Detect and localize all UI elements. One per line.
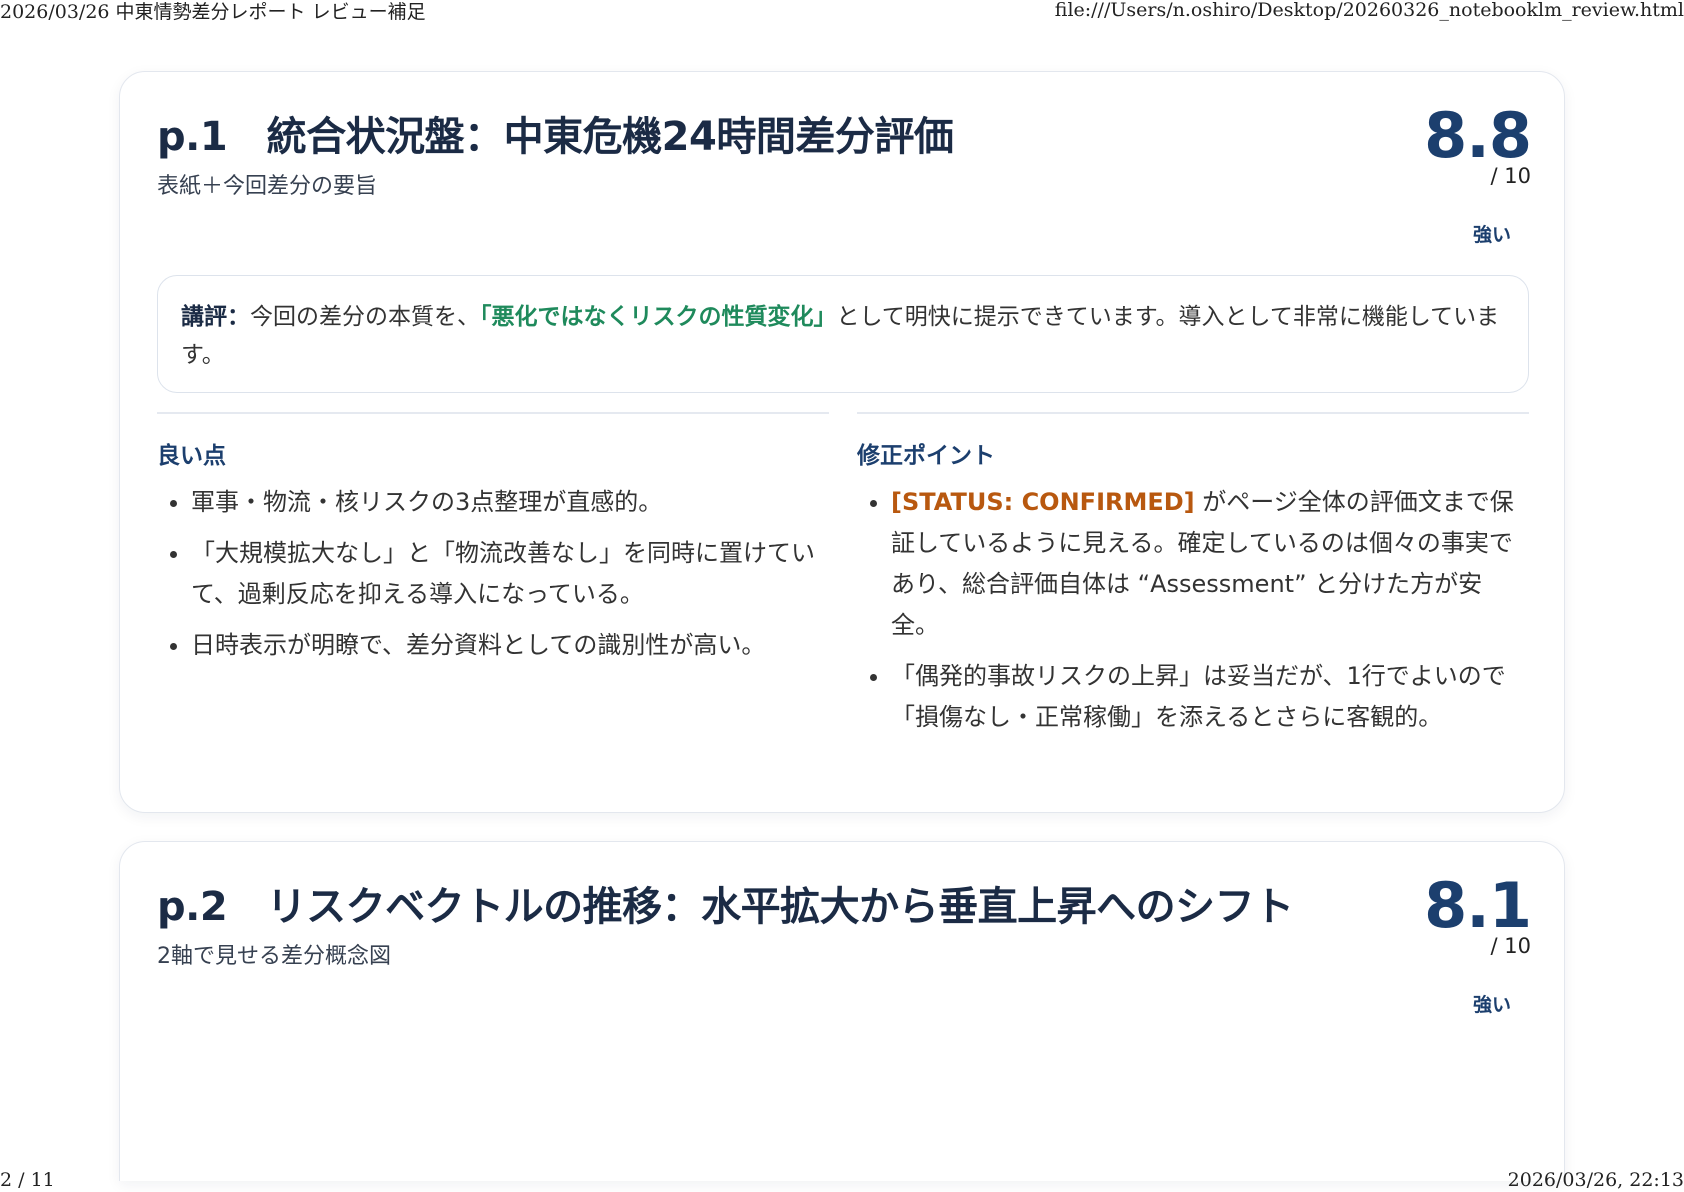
score-value: 8.8: [1424, 99, 1532, 172]
list-item: [STATUS: CONFIRMED] がページ全体の評価文まで保証しているよう…: [891, 482, 1529, 646]
good-points-heading: 良い点: [157, 443, 226, 469]
fix-points-heading: 修正ポイント: [857, 443, 995, 469]
fix-points-section: 修正ポイント [STATUS: CONFIRMED] がページ全体の評価文まで保…: [857, 412, 1529, 748]
list-item: 日時表示が明瞭で、差分資料としての識別性が高い。: [191, 625, 829, 666]
comment-label: 講評：: [181, 304, 250, 330]
score-block: 8.1 / 10: [1424, 869, 1532, 959]
list-item-text: 「偶発的事故リスクの上昇」は妥当だが、1行でよいので「損傷なし・正常稼働」を添え…: [891, 662, 1506, 731]
print-datetime: 2026/03/26, 22:13: [1507, 1169, 1684, 1191]
print-footer: 2 / 11 2026/03/26, 22:13: [0, 1168, 1684, 1192]
score-value: 8.1: [1424, 869, 1532, 942]
review-card-p1: p.1 統合状況盤：中東危機24時間差分評価 表紙＋今回差分の要旨 8.8 / …: [119, 71, 1565, 813]
list-item: 「偶発的事故リスクの上昇」は妥当だが、1行でよいので「損傷なし・正常稼働」を添え…: [891, 656, 1529, 738]
list-item: 「大規模拡大なし」と「物流改善なし」を同時に置けていて、過剰反応を抑える導入にな…: [191, 533, 829, 615]
comment-box: 講評：今回の差分の本質を、「悪化ではなくリスクの性質変化」として明快に提示できて…: [157, 275, 1529, 393]
verdict-badge: 強い: [1472, 994, 1511, 1016]
score-block: 8.8 / 10: [1424, 99, 1532, 189]
card-title: p.1 統合状況盤：中東危機24時間差分評価: [157, 114, 954, 160]
page-number: 2 / 11: [0, 1169, 55, 1191]
list-item: 軍事・物流・核リスクの3点整理が直感的。: [191, 482, 829, 523]
comment-highlight: 「悪化ではなくリスクの性質変化」: [480, 304, 837, 330]
print-header-url: file:///Users/n.oshiro/Desktop/20260326_…: [1054, 0, 1684, 21]
print-header-title: 2026/03/26 中東情勢差分レポート レビュー補足: [0, 0, 426, 23]
comment-text-before: 今回の差分の本質を、: [250, 304, 480, 330]
good-points-list: 軍事・物流・核リスクの3点整理が直感的。 「大規模拡大なし」と「物流改善なし」を…: [157, 482, 829, 666]
review-card-p2: p.2 リスクベクトルの推移：水平拡大から垂直上昇へのシフト 2軸で見せる差分概…: [119, 841, 1565, 1181]
good-points-section: 良い点 軍事・物流・核リスクの3点整理が直感的。 「大規模拡大なし」と「物流改善…: [157, 412, 829, 676]
card-subtitle: 表紙＋今回差分の要旨: [157, 174, 378, 199]
card-subtitle: 2軸で見せる差分概念図: [157, 944, 391, 969]
card-title: p.2 リスクベクトルの推移：水平拡大から垂直上昇へのシフト: [157, 884, 1294, 930]
status-tag: [STATUS: CONFIRMED]: [891, 488, 1195, 516]
verdict-badge: 強い: [1472, 224, 1511, 246]
print-header: 2026/03/26 中東情勢差分レポート レビュー補足 file:///Use…: [0, 0, 1684, 23]
fix-points-list: [STATUS: CONFIRMED] がページ全体の評価文まで保証しているよう…: [857, 482, 1529, 738]
